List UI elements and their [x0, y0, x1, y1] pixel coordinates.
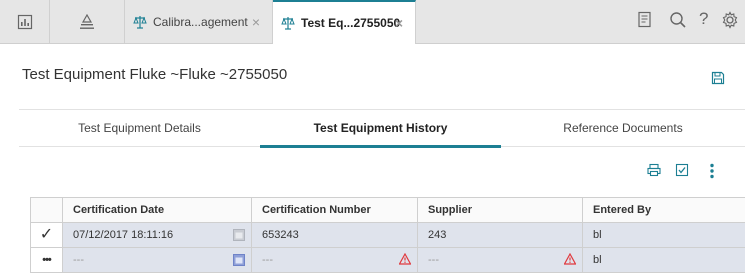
dashboard-icon: [17, 14, 33, 30]
close-icon[interactable]: ×: [252, 14, 260, 30]
close-icon[interactable]: ×: [395, 15, 403, 31]
column-header-supplier[interactable]: Supplier: [418, 198, 583, 222]
certification-number-cell[interactable]: 653243: [252, 223, 418, 247]
table-header-row: Certification Date Certification Number …: [31, 198, 745, 223]
row-check-icon[interactable]: ✓: [31, 223, 63, 247]
hierarchy-icon: [79, 13, 95, 30]
column-header-certification-number[interactable]: Certification Number: [252, 198, 418, 222]
table-row[interactable]: ✓ 07/12/2017 18:11:16 653243 243 bl: [31, 223, 745, 248]
supplier-cell[interactable]: ---: [418, 248, 583, 272]
scale-icon: [133, 15, 147, 29]
dashboard-tab[interactable]: [0, 0, 50, 43]
column-header-selector: [31, 198, 63, 222]
help-icon[interactable]: ?: [699, 9, 708, 29]
tab-reference-documents[interactable]: Reference Documents: [501, 110, 745, 147]
tab-calibration-management[interactable]: Calibra...agement ×: [125, 0, 273, 43]
hierarchy-tab[interactable]: [50, 0, 125, 43]
entered-by-cell[interactable]: bl: [583, 223, 745, 247]
save-icon[interactable]: [711, 71, 725, 90]
calendar-icon[interactable]: [233, 253, 245, 266]
document-list-icon[interactable]: [637, 11, 653, 29]
active-tab-indicator: [260, 145, 501, 148]
warning-icon: [564, 253, 576, 265]
cell-value: ---: [428, 254, 439, 266]
checkbox-select-icon[interactable]: [675, 163, 689, 177]
page-title: Test Equipment Fluke ~Fluke ~2755050: [22, 66, 288, 83]
certification-date-cell[interactable]: 07/12/2017 18:11:16: [63, 223, 252, 247]
more-options-icon[interactable]: [709, 163, 715, 179]
tab-bar: Calibra...agement × Test Eq...2755050 × …: [0, 0, 745, 44]
cell-value: ---: [73, 254, 84, 266]
tab-test-equipment-details[interactable]: Test Equipment Details: [19, 110, 260, 147]
cell-value: 07/12/2017 18:11:16: [73, 229, 174, 241]
tab-test-equipment[interactable]: Test Eq...2755050 ×: [273, 0, 416, 44]
subtab-bar: Test Equipment Details Test Equipment Hi…: [19, 109, 745, 148]
warning-icon: [399, 253, 411, 265]
entered-by-cell[interactable]: bl: [583, 248, 745, 272]
row-menu-icon[interactable]: •••: [31, 248, 63, 272]
print-icon[interactable]: [647, 163, 661, 177]
column-header-entered-by[interactable]: Entered By: [583, 198, 745, 222]
cell-value: ---: [262, 254, 273, 266]
certification-number-cell[interactable]: ---: [252, 248, 418, 272]
tab-test-equipment-history[interactable]: Test Equipment History: [260, 110, 501, 147]
tab-label: Calibra...agement: [153, 14, 248, 29]
calendar-icon[interactable]: [233, 228, 245, 241]
scale-icon: [281, 16, 295, 30]
table-row[interactable]: ••• --- --- --- bl: [31, 248, 745, 273]
gear-icon[interactable]: [721, 11, 739, 29]
supplier-cell[interactable]: 243: [418, 223, 583, 247]
history-grid: Certification Date Certification Number …: [30, 197, 745, 273]
certification-date-cell[interactable]: ---: [63, 248, 252, 272]
column-header-certification-date[interactable]: Certification Date: [63, 198, 252, 222]
search-icon[interactable]: [669, 11, 687, 29]
tab-label: Test Eq...2755050: [301, 16, 401, 30]
